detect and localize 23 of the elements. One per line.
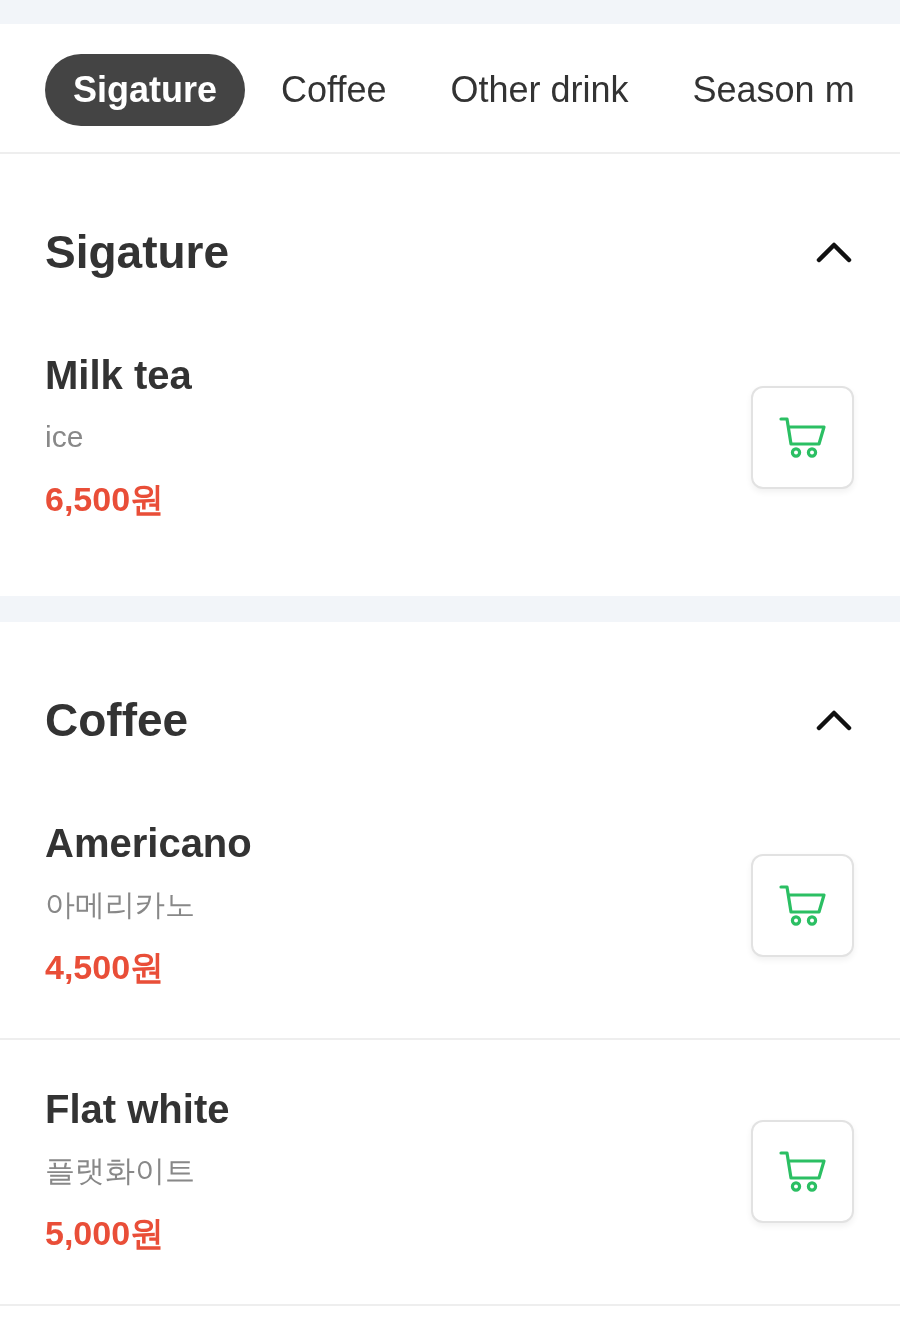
menu-item-subtitle: 플랫화이트 (45, 1153, 196, 1189)
add-to-cart-button[interactable] (751, 1119, 854, 1223)
category-tab[interactable]: Sigature (45, 54, 246, 126)
section-title: Sigature (45, 225, 230, 280)
cart-icon (778, 884, 827, 926)
menu-item-price: 5,000원 (45, 1213, 166, 1254)
chevron-up-icon[interactable] (816, 241, 852, 263)
menu-item-name: Milk tea (45, 352, 192, 399)
cart-icon (778, 416, 827, 458)
menu-item-name: Americano (45, 820, 252, 867)
menu-item-subtitle: 아메리카노 (45, 887, 196, 923)
add-to-cart-button[interactable] (751, 853, 854, 957)
category-tab[interactable]: Other drink (422, 54, 657, 126)
menu-item-name: Flat white (45, 1086, 230, 1133)
chevron-up-icon[interactable] (816, 709, 852, 731)
section-title: Coffee (45, 693, 189, 748)
category-tab[interactable]: Season m (664, 54, 883, 126)
menu-item-price: 6,500원 (45, 479, 166, 520)
menu-item-price: 4,500원 (45, 947, 166, 988)
add-to-cart-button[interactable] (751, 385, 854, 489)
menu-item-subtitle: ice (45, 419, 85, 455)
cart-icon (778, 1150, 827, 1192)
category-tab[interactable]: Coffee (253, 54, 415, 126)
